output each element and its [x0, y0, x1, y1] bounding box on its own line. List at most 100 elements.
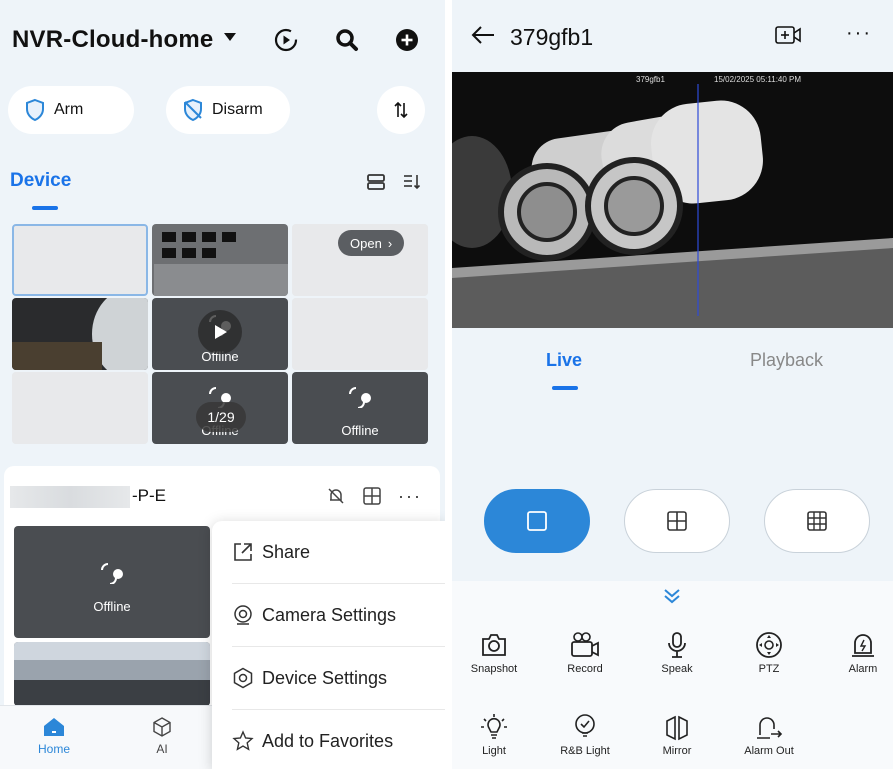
tab-ai-label: AI [156, 742, 168, 756]
more-icon[interactable]: ··· [398, 486, 422, 507]
back-arrow-icon[interactable] [470, 24, 496, 46]
menu-item-label: Device Settings [262, 667, 388, 688]
menu-item-share[interactable]: Share [232, 521, 445, 584]
add-icon[interactable] [393, 26, 421, 54]
search-icon[interactable] [333, 26, 361, 54]
shield-off-icon [184, 98, 202, 122]
camera-title: 379gfb1 [510, 24, 594, 50]
share-icon [234, 543, 252, 561]
alarm-out-button[interactable]: Alarm Out [734, 713, 804, 757]
alarm-out-icon [757, 717, 783, 739]
ptz-button[interactable]: PTZ [734, 631, 804, 675]
camera-thumbnail[interactable] [12, 298, 148, 370]
menu-item-label: Camera Settings [262, 604, 397, 625]
ptz-label: PTZ [758, 663, 780, 675]
offline-label: Offline [93, 599, 131, 614]
snapshot-label: Snapshot [470, 663, 518, 675]
light-label: Light [482, 745, 506, 757]
notification-off-icon[interactable] [326, 486, 346, 506]
device-settings-icon [233, 667, 253, 689]
device-list-panel: NVR-Cloud-home Arm Disarm Device Open › … [0, 0, 445, 769]
speak-label: Speak [661, 663, 693, 675]
device-camera-grid: Open › Offline Offline Offline 1/29 [12, 218, 428, 454]
playback-icon[interactable] [272, 26, 300, 54]
star-icon [232, 730, 254, 751]
camera-icon [482, 634, 506, 656]
osd-camera-name: 379gfb1 [636, 75, 665, 84]
menu-item-device-settings[interactable]: Device Settings [232, 647, 445, 710]
sort-button[interactable] [377, 86, 425, 134]
control-toolbar: Snapshot Record Speak PTZ Alarm Light R&… [452, 581, 893, 769]
microphone-icon [668, 632, 686, 658]
tab-live[interactable]: Live [546, 350, 582, 371]
video-camera-icon [571, 632, 599, 657]
osd-timestamp: 15/02/2025 05:11:40 PM [714, 75, 802, 84]
mirror-icon [666, 715, 688, 741]
tab-home-label: Home [37, 742, 70, 756]
camera-thumbnail[interactable] [152, 224, 288, 296]
record-label: Record [567, 663, 603, 675]
camera-thumbnail[interactable]: Offline [14, 526, 210, 638]
tab-device[interactable]: Device [10, 170, 71, 192]
sort-icon [394, 101, 408, 119]
offline-label: Offline [341, 423, 379, 438]
tab-device-indicator [32, 206, 58, 210]
device-name[interactable]: -P-E [132, 486, 166, 506]
four-screen-icon [667, 511, 687, 531]
camera-thumbnail[interactable]: Offline [292, 372, 428, 444]
rb-light-button[interactable]: R&B Light [550, 713, 620, 757]
tab-ai[interactable]: AI [140, 716, 184, 756]
camera-thumbnail[interactable] [12, 372, 148, 444]
layout-single-button[interactable] [484, 489, 590, 553]
ptz-icon [756, 632, 782, 658]
play-button[interactable] [198, 310, 242, 354]
mirror-label: Mirror [662, 745, 692, 757]
camera-thumbnail[interactable] [12, 224, 148, 296]
tab-home[interactable]: Home [32, 716, 76, 756]
device-name-blurred [10, 486, 130, 508]
list-view-icon[interactable] [364, 170, 388, 194]
double-chevron-down-icon[interactable] [662, 587, 682, 605]
layout-quad-button[interactable] [624, 489, 730, 553]
layout-nine-button[interactable] [764, 489, 870, 553]
siren-light-icon [575, 714, 595, 737]
cube-icon [153, 717, 171, 737]
disarm-label: Disarm [212, 101, 263, 118]
speak-button[interactable]: Speak [642, 631, 712, 675]
nine-screen-icon [807, 511, 827, 531]
open-label: Open [350, 235, 382, 251]
single-screen-icon [527, 511, 547, 531]
disarm-button[interactable]: Disarm [166, 86, 290, 134]
broken-link-icon [349, 387, 371, 408]
shield-icon [26, 98, 44, 122]
menu-item-add-to-favorites[interactable]: Add to Favorites [232, 710, 445, 769]
site-title[interactable]: NVR-Cloud-home [12, 26, 213, 54]
tab-playback[interactable]: Playback [750, 350, 823, 371]
chevron-right-icon: › [387, 235, 393, 251]
filter-icon[interactable] [400, 170, 424, 194]
arm-button[interactable]: Arm [8, 86, 134, 134]
light-button[interactable]: Light [459, 713, 529, 757]
menu-item-camera-settings[interactable]: Camera Settings [232, 584, 445, 647]
snapshot-button[interactable]: Snapshot [459, 631, 529, 675]
open-button[interactable]: Open › [338, 230, 405, 256]
add-camera-icon[interactable] [774, 24, 802, 46]
arm-label: Arm [54, 101, 84, 118]
dropdown-caret-icon[interactable] [224, 33, 236, 41]
alarm-icon [852, 634, 874, 657]
grid-view-icon[interactable] [362, 486, 382, 506]
light-bulb-icon [481, 714, 507, 739]
more-icon[interactable]: ··· [846, 22, 872, 45]
record-button[interactable]: Record [550, 631, 620, 675]
alarm-button[interactable]: Alarm [828, 631, 893, 675]
live-video-feed[interactable]: 379gfb1 15/02/2025 05:11:40 PM [452, 72, 893, 328]
device-context-menu: Share Camera Settings Device Settings Ad… [212, 521, 445, 769]
live-view-panel: 379gfb1 ··· 379gfb1 15/02/2025 05:11:40 … [452, 0, 893, 769]
home-icon [44, 718, 64, 736]
camera-thumbnail[interactable] [292, 298, 428, 370]
mirror-button[interactable]: Mirror [642, 713, 712, 757]
rb-light-label: R&B Light [560, 745, 610, 757]
play-icon [215, 325, 227, 339]
camera-image [452, 72, 893, 328]
camera-thumbnail[interactable] [14, 642, 210, 706]
